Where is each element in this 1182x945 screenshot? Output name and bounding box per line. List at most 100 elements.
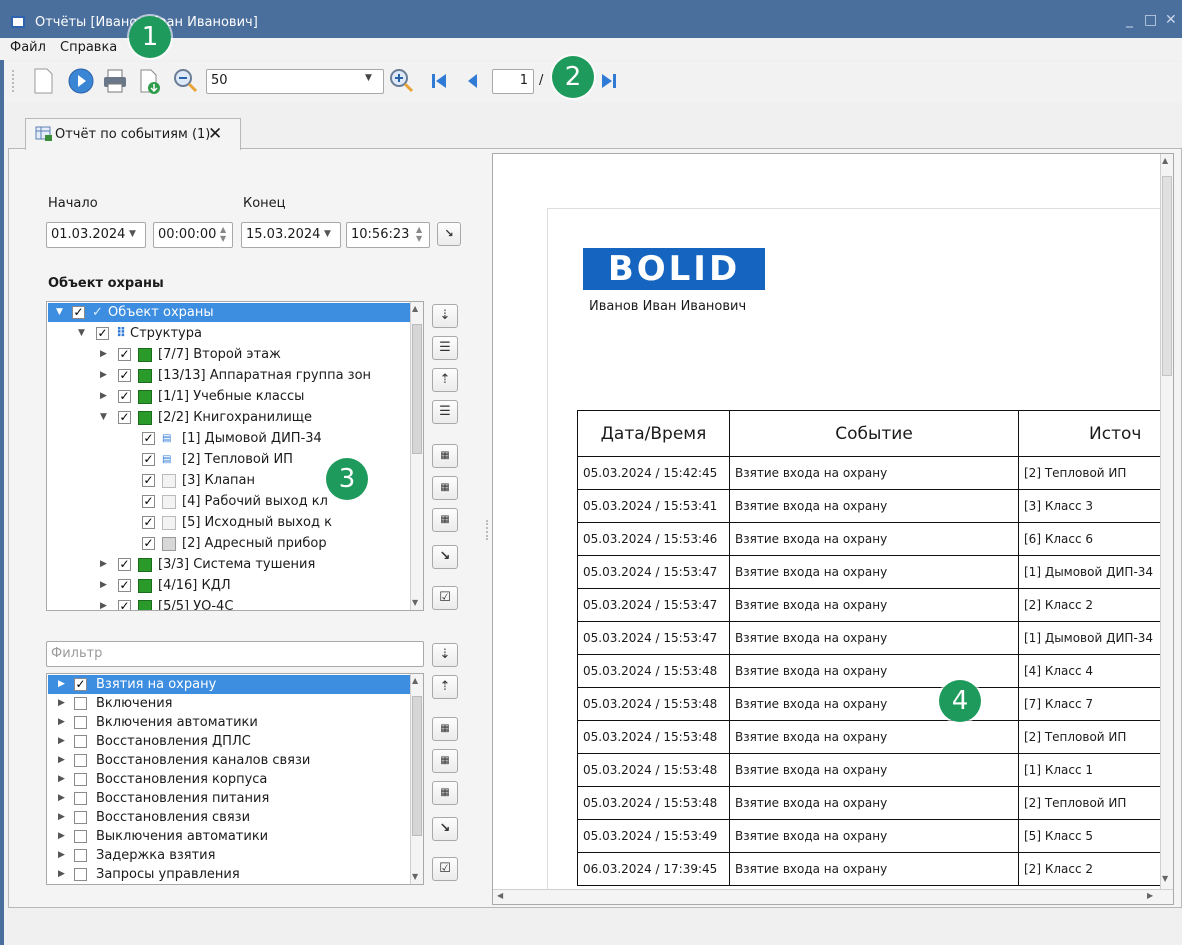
tree-row[interactable]: ✓ [5] Исходный выход к [48, 513, 410, 532]
checkbox[interactable]: ✓ [142, 495, 155, 508]
play-icon[interactable] [66, 66, 96, 96]
filter-row-selected[interactable]: ▶ ✓ Взятия на охрану [48, 675, 410, 694]
first-page-icon[interactable] [424, 66, 454, 96]
deselect-all-icon[interactable]: ▦ [432, 749, 458, 773]
zone-icon [138, 558, 152, 572]
tree-row[interactable]: ▶ ✓ [5/5] УО-4С [48, 597, 410, 610]
export-icon[interactable] [133, 66, 163, 96]
filter-list-scrollbar[interactable]: ▲ ▼ [410, 674, 423, 884]
chevron-down-icon[interactable]: ▼ [324, 229, 331, 239]
close-button[interactable]: ✕ [1165, 12, 1177, 28]
apply-arrow-icon[interactable]: ↘ [432, 545, 458, 569]
checkbox[interactable]: ✓ [118, 579, 131, 592]
collapse-icon[interactable]: ☰ [432, 400, 458, 424]
checkbox[interactable]: ✓ [118, 390, 131, 403]
checkbox[interactable]: ✓ [142, 516, 155, 529]
invert-selection-icon[interactable]: ▦ [432, 508, 458, 532]
tree-row[interactable]: ▼ ✓ [2/2] Книгохранилище [48, 408, 410, 427]
tree-row[interactable]: ▼ ✓ ⠿ Структура [48, 324, 410, 343]
tree-row[interactable]: ▶ ✓ [13/13] Аппаратная группа зон [48, 366, 410, 385]
sort-down-icon[interactable]: ⇣ [432, 304, 458, 328]
checkbox[interactable]: ✓ [142, 453, 155, 466]
menu-file[interactable]: Файл [10, 40, 46, 55]
tree-row-root[interactable]: ▼ ✓ ✓ Объект охраны [48, 303, 410, 322]
checkbox[interactable]: ✓ [142, 537, 155, 550]
tree-row[interactable]: ✓ [2] Адресный прибор [48, 534, 410, 553]
deselect-all-icon[interactable]: ▦ [432, 476, 458, 500]
tree-row[interactable]: ▶ ✓ [1/1] Учебные классы [48, 387, 410, 406]
select-all-icon[interactable]: ▦ [432, 444, 458, 468]
filter-row[interactable]: ▶ Восстановления каналов связи [48, 751, 410, 770]
checkbox[interactable]: ✓ [118, 411, 131, 424]
filter-row[interactable]: ▶ Восстановления ДПЛС [48, 732, 410, 751]
checkbox[interactable] [74, 811, 87, 824]
check-icon[interactable]: ☑ [432, 857, 458, 881]
filter-row[interactable]: ▶ Выключения автоматики [48, 827, 410, 846]
cell-source: [2] Тепловой ИП [1018, 456, 1173, 490]
tree-row[interactable]: ▶ ✓ [7/7] Второй этаж [48, 345, 410, 364]
callout-2: 2 [552, 56, 594, 98]
chevron-down-icon[interactable]: ▼ [129, 229, 136, 239]
expand-icon[interactable]: ☰ [432, 336, 458, 360]
page-number-input[interactable]: 1 [492, 69, 534, 94]
checkbox[interactable]: ✓ [118, 369, 131, 382]
event-filter-list[interactable]: ▶ ✓ Взятия на охрану ▶ Включения ▶ Включен… [46, 673, 424, 885]
checkbox[interactable] [74, 754, 87, 767]
end-time-spinner[interactable]: ▲ ▼ [416, 225, 422, 243]
checkbox[interactable]: ✓ [118, 600, 131, 610]
checkbox[interactable] [74, 849, 87, 862]
zoom-combobox[interactable]: 50 [206, 69, 384, 94]
filter-row[interactable]: ▶ Восстановления корпуса [48, 770, 410, 789]
checkbox[interactable] [74, 697, 87, 710]
checkbox[interactable] [74, 868, 87, 881]
start-time-spinner[interactable]: ▲ ▼ [220, 225, 226, 243]
checkbox[interactable] [74, 830, 87, 843]
invert-selection-icon[interactable]: ▦ [432, 781, 458, 805]
checkbox[interactable]: ✓ [74, 678, 87, 691]
checkbox[interactable]: ✓ [72, 306, 85, 319]
checkbox[interactable] [74, 716, 87, 729]
tree-row[interactable]: ▶ ✓ [3/3] Система тушения [48, 555, 410, 574]
print-icon[interactable] [100, 66, 130, 96]
select-all-icon[interactable]: ▦ [432, 717, 458, 741]
filter-row[interactable]: ▶ Восстановления питания [48, 789, 410, 808]
tree-row[interactable]: ✓ ▤ [1] Дымовой ДИП-34 [48, 429, 410, 448]
menu-help[interactable]: Справка [60, 40, 117, 55]
check-icon[interactable]: ☑ [432, 586, 458, 610]
checkbox[interactable]: ✓ [118, 558, 131, 571]
apply-period-button[interactable]: ↘ [437, 222, 461, 246]
checkbox[interactable]: ✓ [142, 474, 155, 487]
maximize-button[interactable]: □ [1144, 12, 1157, 28]
apply-arrow-icon[interactable]: ↘ [432, 817, 458, 841]
zoom-in-icon[interactable] [386, 66, 416, 96]
filter-row[interactable]: ▶ Запросы управления [48, 865, 410, 884]
previous-page-icon[interactable] [458, 66, 488, 96]
tree-row[interactable]: ▶ ✓ [4/16] КДЛ [48, 576, 410, 595]
sort-up-icon[interactable]: ⇡ [432, 368, 458, 392]
filter-row[interactable]: ▶ Включения [48, 694, 410, 713]
filter-row[interactable]: ▶ Включения автоматики [48, 713, 410, 732]
preview-vscrollbar[interactable]: ▲ ▼ [1160, 154, 1173, 889]
checkbox[interactable] [74, 792, 87, 805]
preview-hscrollbar[interactable]: ◀ ▶ [493, 889, 1173, 904]
zoom-out-icon[interactable] [170, 66, 200, 96]
sort-up-icon[interactable]: ⇡ [432, 675, 458, 699]
checkbox[interactable]: ✓ [96, 327, 109, 340]
checkbox[interactable] [74, 735, 87, 748]
filter-input[interactable]: Фильтр [46, 641, 424, 667]
tab-close-icon[interactable]: ✕ [208, 124, 222, 144]
sort-down-icon[interactable]: ⇣ [432, 643, 458, 667]
new-document-icon[interactable] [28, 66, 58, 96]
chevron-down-icon[interactable]: ▼ [365, 73, 372, 83]
checkbox[interactable]: ✓ [118, 348, 131, 361]
report-preview[interactable]: BOLID Иванов Иван Иванович Дата/Время Со… [492, 153, 1174, 905]
splitter-handle[interactable] [486, 520, 488, 540]
object-tree-scrollbar[interactable]: ▲ ▼ [410, 302, 423, 610]
last-page-icon[interactable] [596, 66, 626, 96]
object-tree[interactable]: ▼ ✓ ✓ Объект охраны ▼ ✓ ⠿ Структура ▶ ✓ … [46, 301, 424, 611]
checkbox[interactable]: ✓ [142, 432, 155, 445]
filter-row[interactable]: ▶ Восстановления связи [48, 808, 410, 827]
checkbox[interactable] [74, 773, 87, 786]
filter-row[interactable]: ▶ Задержка взятия [48, 846, 410, 865]
minimize-button[interactable]: _ [1126, 12, 1133, 28]
